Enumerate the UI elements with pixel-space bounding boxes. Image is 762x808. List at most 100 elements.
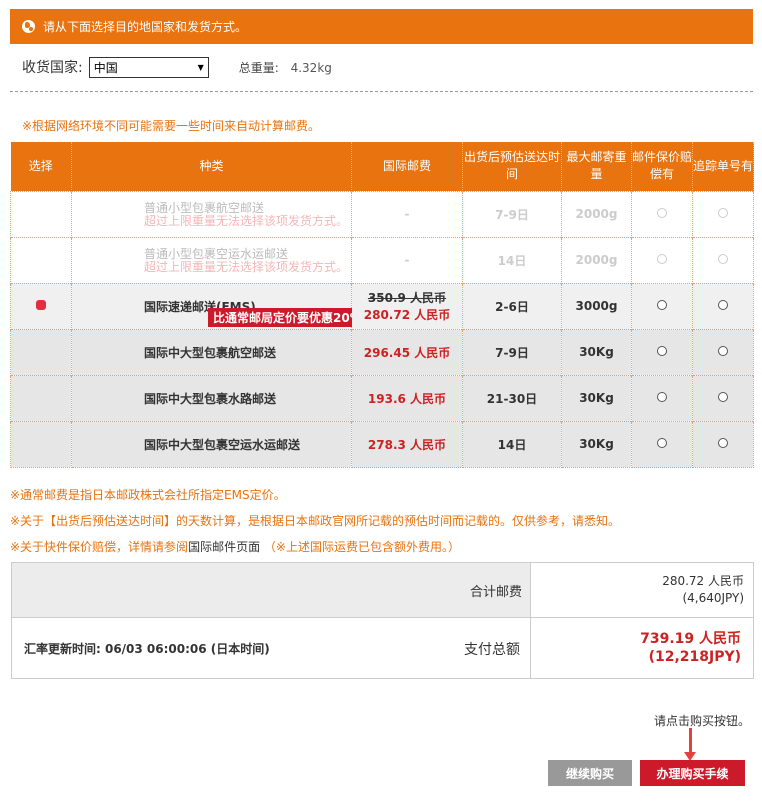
header-select: 选择 — [10, 142, 72, 191]
table-row[interactable]: 国际中大型包裹航空邮送 296.45 人民币 7-9日 30Kg — [10, 328, 754, 375]
method-name: 国际中大型包裹空运水运邮送 — [71, 420, 352, 468]
payment-total-jpy: (12,218JPY) — [648, 649, 741, 665]
tracking-cell — [692, 236, 754, 283]
weight-cell: 2000g — [561, 190, 632, 237]
arrow-down-icon — [684, 728, 696, 761]
rate-update-time: 汇率更新时间: 06/03 06:00:06 (日本时间) — [24, 642, 270, 656]
payment-total-value: 739.19 人民币 (12,218JPY) — [530, 617, 754, 679]
time-cell: 7-9日 — [462, 190, 562, 237]
country-label: 收货国家: — [22, 60, 83, 76]
purchase-hint: 请点击购买按钮。 — [653, 714, 750, 728]
header-insurance: 邮件保价赔偿有 — [631, 142, 693, 191]
price: 280.72 人民币 — [363, 308, 451, 322]
over-weight-note: 超过上限重量无法选择该项发货方式。 — [144, 214, 349, 228]
table-row[interactable]: 国际中大型包裹水路邮送 193.6 人民币 21-30日 30Kg — [10, 374, 754, 421]
shipping-total-jpy: (4,640JPY) — [682, 591, 744, 605]
fee-cell: - — [351, 190, 463, 237]
payment-total-cny: 739.19 人民币 — [640, 631, 741, 647]
table-row: 普通小型包裹航空邮送 超过上限重量无法选择该项发货方式。 - 7-9日 2000… — [10, 190, 754, 237]
price: 278.3 人民币 — [367, 437, 447, 452]
radio-icon[interactable] — [657, 346, 667, 356]
radio-icon — [657, 208, 667, 218]
radio-icon — [718, 208, 728, 218]
country-selected-value: 中国 — [93, 60, 118, 75]
radio-icon[interactable] — [657, 438, 667, 448]
select-cell[interactable] — [10, 328, 72, 375]
table-row: 普通小型包裹空运水运邮送 超过上限重量无法选择该项发货方式。 - 14日 200… — [10, 236, 754, 283]
method-name: 国际速递邮送(EMS) 比通常邮局定价要优惠20%OFF — [71, 282, 394, 329]
note-insurance: ※关于快件保价赔偿，详情请参阅国际邮件页面 （※上述国际运费已包含额外费用。） — [10, 534, 620, 560]
payment-summary: 汇率更新时间: 06/03 06:00:06 (日本时间) 支付总额 — [11, 617, 531, 679]
time-cell: 2-6日 — [462, 282, 562, 329]
insurance-cell — [631, 190, 693, 237]
price: 296.45 人民币 — [363, 345, 451, 360]
insurance-cell[interactable] — [631, 282, 693, 329]
weight-cell: 30Kg — [561, 420, 632, 468]
radio-icon[interactable] — [718, 346, 728, 356]
time-cell: 7-9日 — [462, 328, 562, 375]
radio-icon[interactable] — [718, 392, 728, 402]
radio-icon[interactable] — [718, 300, 728, 310]
country-row: 收货国家: 中国 ▼ 总重量: 4.32kg — [22, 56, 332, 78]
shipping-total-label: 合计邮费 — [11, 562, 531, 618]
note-ems: ※通常邮费是指日本邮政株式会社所指定EMS定价。 — [10, 488, 286, 502]
radio-icon[interactable] — [657, 392, 667, 402]
country-select[interactable]: 中国 ▼ — [88, 56, 209, 78]
tracking-cell[interactable] — [692, 420, 754, 468]
tracking-cell[interactable] — [692, 328, 754, 375]
select-cell — [10, 236, 72, 283]
weight-cell: 3000g — [561, 282, 632, 329]
time-cell: 21-30日 — [462, 374, 562, 421]
total-weight: 总重量: 4.32kg — [239, 59, 332, 76]
table-row[interactable]: 国际中大型包裹空运水运邮送 278.3 人民币 14日 30Kg — [10, 420, 754, 468]
payment-total-label: 支付总额 — [464, 642, 520, 658]
insurance-cell — [631, 236, 693, 283]
over-weight-note: 超过上限重量无法选择该项发货方式。 — [144, 260, 349, 274]
fee-cell: 296.45 人民币 — [351, 328, 463, 375]
tracking-cell[interactable] — [692, 374, 754, 421]
fee-cell: 193.6 人民币 — [351, 374, 463, 421]
method-name: 国际中大型包裹航空邮送 — [71, 328, 352, 375]
select-cell[interactable] — [10, 282, 72, 329]
fee-cell: 278.3 人民币 — [351, 420, 463, 468]
time-cell: 14日 — [462, 236, 562, 283]
select-cell[interactable] — [10, 420, 72, 468]
radio-icon — [718, 254, 728, 264]
header-tracking: 追踪单号有 — [692, 142, 754, 191]
selected-radio-icon[interactable] — [36, 300, 46, 310]
fee-cell: 350.9 人民币 280.72 人民币 — [351, 282, 463, 329]
method-name: 国际中大型包裹水路邮送 — [71, 374, 352, 421]
radio-icon[interactable] — [718, 438, 728, 448]
select-cell[interactable] — [10, 374, 72, 421]
dropdown-arrow-icon: ▼ — [197, 62, 204, 72]
banner-text: 请从下面选择目的地国家和发货方式。 — [43, 20, 248, 34]
insurance-cell[interactable] — [631, 420, 693, 468]
insurance-cell[interactable] — [631, 374, 693, 421]
radio-icon[interactable] — [657, 300, 667, 310]
checkout-button[interactable]: 办理购买手续 — [640, 760, 745, 786]
method-name: 普通小型包裹空运水运邮送 超过上限重量无法选择该项发货方式。 — [71, 236, 352, 283]
tracking-cell[interactable] — [692, 282, 754, 329]
header-max-weight: 最大邮寄重量 — [561, 142, 632, 191]
instruction-banner: 请从下面选择目的地国家和发货方式。 — [10, 9, 753, 44]
note-insurance-text: ※关于快件保价赔偿，详情请参阅 — [10, 540, 189, 554]
intl-mail-page-link[interactable]: 国际邮件页面 — [188, 540, 260, 554]
old-price: 350.9 人民币 — [367, 291, 447, 305]
table-row[interactable]: 国际速递邮送(EMS) 比通常邮局定价要优惠20%OFF 350.9 人民币 2… — [10, 282, 754, 329]
weight-cell: 2000g — [561, 236, 632, 283]
header-type: 种类 — [71, 142, 352, 191]
radio-icon — [657, 254, 667, 264]
shipping-total-value: 280.72 人民币 (4,640JPY) — [530, 562, 754, 618]
time-cell: 14日 — [462, 420, 562, 468]
shipping-method-table: 选择 种类 国际邮费 出货后预估送达时间 最大邮寄重量 邮件保价赔偿有 追踪单号… — [10, 142, 754, 468]
header-time: 出货后预估送达时间 — [462, 142, 562, 191]
tracking-cell — [692, 190, 754, 237]
notes-section: ※通常邮费是指日本邮政株式会社所指定EMS定价。 ※关于【出货后预估送达时间】的… — [10, 482, 620, 560]
insurance-cell[interactable] — [631, 328, 693, 375]
divider — [10, 91, 753, 92]
globe-icon — [22, 20, 35, 33]
continue-shopping-button[interactable]: 继续购买 — [548, 760, 632, 786]
price: 193.6 人民币 — [367, 391, 447, 406]
shipping-total-cny: 280.72 人民币 — [662, 574, 744, 588]
weight-cell: 30Kg — [561, 374, 632, 421]
